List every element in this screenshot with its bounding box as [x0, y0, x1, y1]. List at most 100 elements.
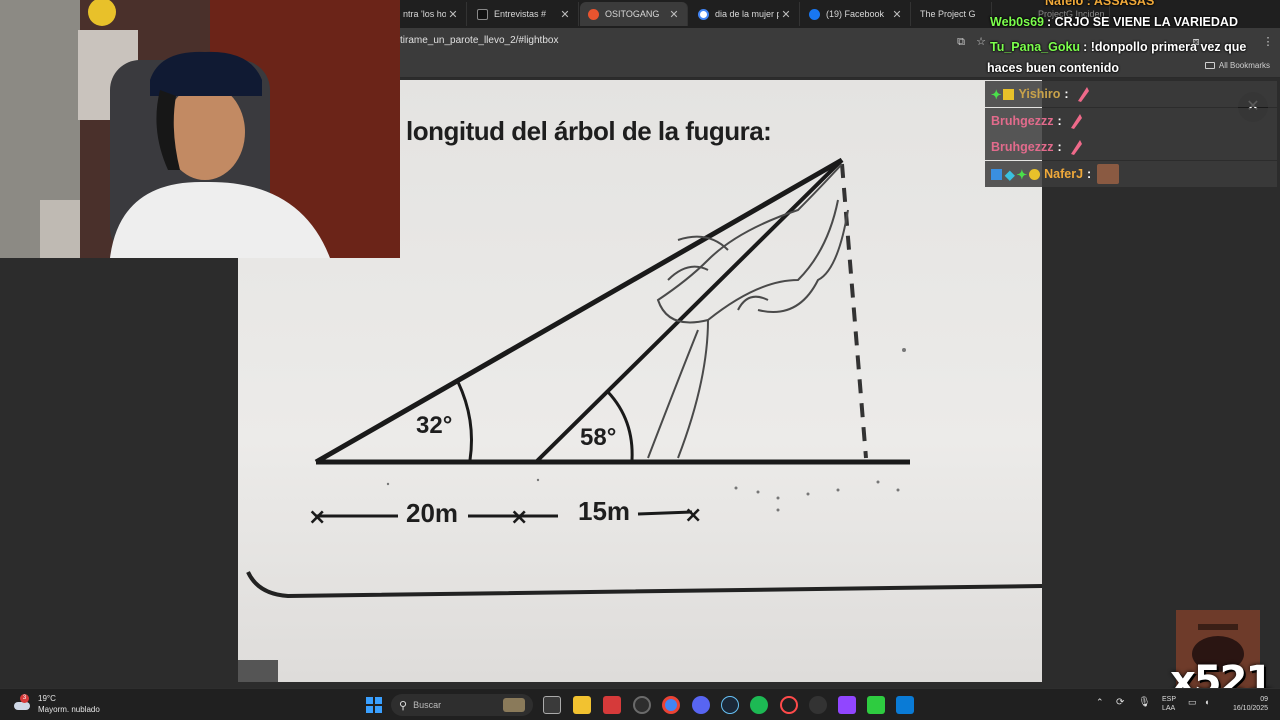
- emote-icon: [1077, 87, 1089, 102]
- chat-message: Web0s69: CRJO SE VIENE LA VARIEDAD: [990, 15, 1238, 29]
- distance-label-15m: 15m: [578, 496, 631, 526]
- emote-icon: [1097, 164, 1120, 184]
- chat-row: ✦ Yishiro:: [985, 81, 1277, 107]
- chat-separator: :: [1087, 167, 1092, 181]
- chat-username: Web0s69: [990, 15, 1044, 29]
- angle-label-32: 32°: [416, 412, 453, 439]
- app-green-icon[interactable]: [867, 696, 885, 714]
- chat-username: Bruhgezzz: [991, 140, 1054, 154]
- chat-separator: :: [1083, 40, 1091, 54]
- tray-chevron-icon[interactable]: ⌃: [1096, 698, 1104, 707]
- steam-icon[interactable]: [721, 696, 739, 714]
- search-placeholder: Buscar: [413, 700, 442, 710]
- chat-username: Yishiro: [1018, 87, 1061, 101]
- weather-badge: 3: [20, 694, 29, 703]
- badge-icon: ✦: [991, 87, 1002, 102]
- chrome-icon[interactable]: [662, 696, 680, 714]
- clock-time: 09: [1260, 696, 1268, 703]
- tab-close-icon[interactable]: ✕: [779, 8, 793, 21]
- weather-widget[interactable]: 3 19°C Mayorm. nublado: [12, 693, 100, 715]
- cloud-icon: 3: [12, 694, 32, 712]
- badge-icon: [991, 168, 1002, 180]
- google-icon: [698, 8, 709, 20]
- chat-separator: :: [1057, 114, 1062, 128]
- tab-label: dia de la mujer p: [715, 9, 779, 19]
- badge-icon: [1029, 168, 1041, 180]
- reaction-brow: [1198, 624, 1238, 630]
- discord-icon[interactable]: [692, 696, 710, 714]
- distance-label-20m: 20m: [406, 498, 459, 528]
- microphone-icon[interactable]: 🎙: [1138, 698, 1151, 708]
- drawer: [40, 200, 80, 258]
- clock-date: 16/10/2025: [1232, 705, 1268, 712]
- tab-close-icon[interactable]: ✕: [890, 8, 904, 21]
- facebook-icon: [809, 8, 820, 20]
- tab-close-icon[interactable]: ✕: [558, 8, 572, 21]
- spotify-icon[interactable]: [750, 696, 768, 714]
- measure-tick-1: ×: [308, 505, 326, 530]
- tab-dia-de-la-mujer[interactable]: dia de la mujer p ✕: [690, 2, 800, 26]
- chat-row: ◆ ✦ NaferJ:: [985, 161, 1277, 187]
- worksheet-prompt: longitud del árbol de la fugura:: [406, 116, 772, 146]
- tab-los-ho[interactable]: ntra 'los ho ✕: [395, 2, 467, 26]
- language-code: ESP: [1162, 696, 1177, 703]
- chat-username: NaferJ: [1044, 167, 1084, 181]
- file-explorer-icon[interactable]: [573, 696, 591, 714]
- tray-refresh-icon[interactable]: ⟳: [1116, 698, 1124, 708]
- webcam-overlay: [0, 0, 400, 258]
- app-red-icon[interactable]: [603, 696, 621, 714]
- url-field[interactable]: tirame_un_parote_llevo_2/#lightbox: [400, 35, 558, 46]
- screen: ntra 'los ho ✕ Entrevistas # ✕ OSITOGANG…: [0, 0, 1280, 720]
- badge-icon: ◆: [1005, 167, 1015, 182]
- opera-icon[interactable]: [780, 696, 798, 714]
- chat-separator: :: [1057, 140, 1062, 154]
- tab-close-icon[interactable]: ✕: [667, 8, 681, 21]
- tab-facebook[interactable]: (19) Facebook ✕: [801, 2, 911, 26]
- taskbar-search[interactable]: ⚲ Buscar: [391, 694, 533, 716]
- tab-entrevistas[interactable]: Entrevistas # ✕: [469, 2, 579, 26]
- windows-taskbar: 3 19°C Mayorm. nublado ⚲ Buscar ⌃ ⟳ 🎙 ES…: [0, 688, 1280, 720]
- emote-icon: [1070, 114, 1082, 129]
- language-indicator[interactable]: ESP LAA: [1162, 695, 1176, 713]
- search-icon: ⚲: [399, 699, 408, 712]
- chat-separator: :: [1064, 87, 1069, 101]
- measure-tick-3: ×: [684, 503, 702, 528]
- chat-username: Bruhgezzz: [991, 114, 1054, 128]
- measure-tick-2: ×: [510, 505, 528, 530]
- tab-label: OSITOGANG: [605, 9, 660, 19]
- chat-message: Tu_Pana_Goku: !donpollo primera vez que: [990, 40, 1246, 54]
- badge-icon: ✦: [1016, 167, 1028, 182]
- app-dark-icon[interactable]: [809, 696, 827, 714]
- chat-username: Tu_Pana_Goku: [990, 40, 1081, 54]
- chat-text: CRJO SE VIENE LA VARIEDAD: [1054, 15, 1238, 29]
- chat-text: !donpollo primera vez que: [1090, 40, 1247, 54]
- weather-temp: 19°C: [38, 694, 56, 703]
- chat-message-partial: Nafelo : ASSASAS: [1045, 0, 1155, 8]
- tab-close-icon[interactable]: ✕: [446, 8, 460, 21]
- chat-message-continuation: haces buen contenido: [987, 61, 1119, 75]
- tab-project-g[interactable]: The Project G: [912, 2, 992, 26]
- emote-icon: [1070, 140, 1082, 155]
- search-highlight-icon: [503, 698, 525, 712]
- site-favicon-icon: [588, 8, 599, 20]
- start-button[interactable]: [366, 697, 382, 713]
- volume-icon[interactable]: ◖: [1204, 698, 1209, 707]
- chat-row: Bruhgezzz:: [985, 108, 1277, 134]
- tab-label: ntra 'los ho: [403, 9, 446, 19]
- tab-ositogang[interactable]: OSITOGANG ✕: [580, 2, 688, 26]
- weather-desc: Mayorm. nublado: [38, 705, 100, 714]
- photo-edge-shadow: [238, 660, 278, 682]
- tiktok-icon: [477, 8, 488, 20]
- tab-label: Entrevistas #: [494, 9, 547, 19]
- chat-row: Bruhgezzz:: [985, 134, 1277, 160]
- tab-label: The Project G: [920, 9, 976, 19]
- obs-icon[interactable]: [633, 696, 651, 714]
- task-view-icon[interactable]: [543, 696, 561, 714]
- notepad-icon[interactable]: [896, 696, 914, 714]
- angle-label-58: 58°: [580, 424, 617, 451]
- cast-icon[interactable]: ⧉: [955, 36, 967, 48]
- clock[interactable]: 09 16/10/2025: [1224, 695, 1268, 713]
- twitch-icon[interactable]: [838, 696, 856, 714]
- tab-label: (19) Facebook: [826, 9, 885, 19]
- network-icon[interactable]: ▭: [1188, 698, 1197, 707]
